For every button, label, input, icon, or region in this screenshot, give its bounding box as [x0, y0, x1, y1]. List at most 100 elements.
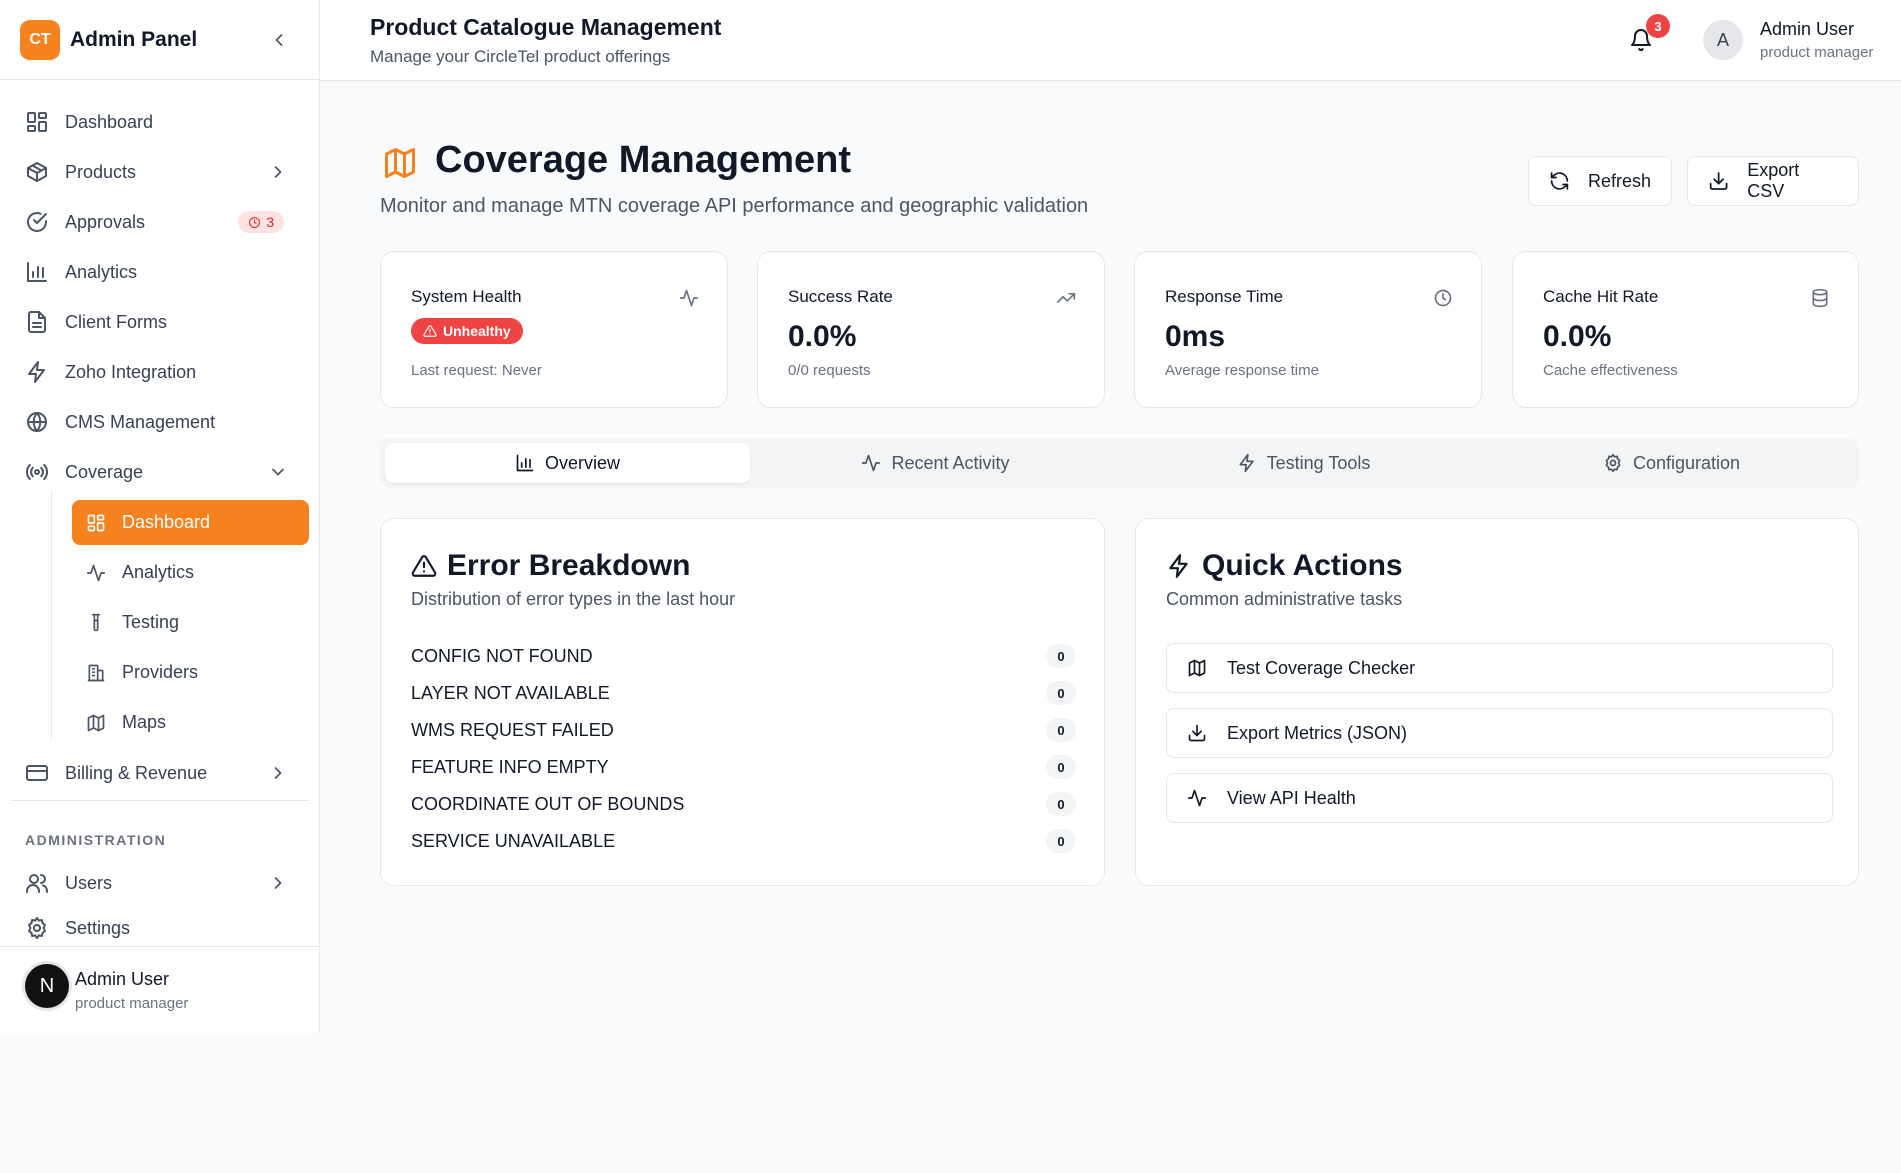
approvals-badge: 3	[238, 211, 284, 233]
sidebar-item-dashboard[interactable]: Dashboard	[10, 99, 310, 145]
sidebar-subitem-coverage-analytics[interactable]: Analytics	[72, 550, 309, 595]
sidebar-subitem-label: Dashboard	[122, 512, 211, 532]
tab-recent-activity[interactable]: Recent Activity	[753, 443, 1118, 483]
sidebar-item-products[interactable]: Products	[10, 149, 310, 195]
refresh-button[interactable]: Refresh	[1528, 156, 1672, 206]
quick-action-label: View API Health	[1227, 787, 1356, 808]
tab-label: Configuration	[1632, 452, 1741, 473]
sidebar-item-label: Analytics	[65, 261, 138, 282]
status-badge-label: Unhealthy	[443, 323, 511, 339]
refresh-label: Refresh	[1587, 170, 1651, 191]
error-row: COORDINATE OUT OF BOUNDS 0	[411, 790, 1076, 818]
sidebar-subitem-coverage-testing[interactable]: Testing	[72, 600, 309, 645]
export-csv-label: Export CSV	[1747, 160, 1800, 201]
sidebar-subitem-coverage-maps[interactable]: Maps	[72, 700, 309, 745]
error-type: SERVICE UNAVAILABLE	[411, 830, 616, 851]
stat-note: Last request: Never	[411, 362, 542, 379]
sidebar-item-coverage[interactable]: Coverage	[10, 449, 310, 495]
sidebar-item-cms[interactable]: CMS Management	[10, 399, 310, 445]
sidebar-item-users[interactable]: Users	[10, 860, 310, 906]
sidebar-item-approvals[interactable]: Approvals 3	[10, 199, 310, 245]
sidebar-item-zoho[interactable]: Zoho Integration	[10, 349, 310, 395]
stat-label: System Health	[411, 287, 522, 306]
sidebar-item-billing[interactable]: Billing & Revenue	[10, 750, 310, 796]
error-breakdown-card: Error Breakdown Distribution of error ty…	[380, 518, 1105, 886]
alert-triangle-icon	[411, 555, 437, 577]
sidebar-subitem-coverage-providers[interactable]: Providers	[72, 650, 309, 695]
sidebar-item-label: Dashboard	[65, 111, 154, 132]
sidebar-user[interactable]: N Admin User product manager	[0, 946, 320, 1033]
map-icon	[385, 148, 415, 178]
export-csv-button[interactable]: Export CSV	[1687, 156, 1859, 206]
user-role: product manager	[75, 995, 189, 1012]
download-icon	[1188, 724, 1206, 742]
app-subtitle: Manage your CircleTel product offerings	[370, 47, 671, 66]
error-row: WMS REQUEST FAILED 0	[411, 716, 1076, 744]
sidebar-subitem-label: Maps	[122, 712, 167, 732]
user-role: product manager	[1760, 44, 1874, 61]
zap-icon	[1169, 554, 1188, 578]
page-title: Coverage Management	[435, 139, 852, 181]
export-metrics-button[interactable]: Export Metrics (JSON)	[1166, 708, 1833, 758]
error-type: FEATURE INFO EMPTY	[411, 756, 609, 777]
sidebar-header: CT Admin Panel	[0, 0, 319, 80]
activity-icon	[86, 564, 106, 581]
stat-label: Success Rate	[788, 287, 893, 306]
layout-grid-icon	[87, 514, 105, 531]
activity-icon	[679, 289, 699, 307]
error-type: LAYER NOT AVAILABLE	[411, 682, 610, 703]
sidebar: CT Admin Panel Dashboard Products Approv…	[0, 0, 320, 1033]
sidebar-item-label: CMS Management	[65, 411, 216, 432]
bar-chart-icon	[516, 454, 534, 472]
building-icon	[87, 664, 105, 681]
tab-configuration[interactable]: Configuration	[1489, 443, 1854, 483]
tab-testing-tools[interactable]: Testing Tools	[1121, 443, 1486, 483]
sidebar-item-label: Billing & Revenue	[65, 762, 208, 783]
sidebar-item-settings[interactable]: Settings	[10, 905, 310, 951]
approvals-count: 3	[266, 214, 274, 230]
error-row: SERVICE UNAVAILABLE 0	[411, 827, 1076, 855]
activity-icon	[1187, 789, 1207, 807]
clock-icon	[249, 216, 261, 228]
stat-label: Cache Hit Rate	[1543, 287, 1659, 306]
database-icon	[1812, 288, 1828, 308]
tab-overview[interactable]: Overview	[385, 443, 750, 483]
stat-note: Cache effectiveness	[1543, 362, 1678, 379]
submenu-guide-line	[51, 490, 52, 740]
stat-value: 0.0%	[788, 320, 857, 353]
error-count: 0	[1046, 829, 1076, 853]
sidebar-divider	[10, 800, 310, 801]
stat-note: 0/0 requests	[788, 362, 871, 379]
error-row: FEATURE INFO EMPTY 0	[411, 753, 1076, 781]
status-badge: Unhealthy	[411, 318, 523, 344]
error-count: 0	[1046, 792, 1076, 816]
app-title: Product Catalogue Management	[370, 14, 722, 40]
avatar: N	[25, 964, 69, 1008]
tab-list: Overview Recent Activity Testing Tools C…	[380, 438, 1859, 488]
zap-icon	[28, 361, 45, 383]
error-breakdown-subtitle: Distribution of error types in the last …	[411, 589, 736, 609]
error-count: 0	[1046, 681, 1076, 705]
map-icon	[1188, 659, 1206, 677]
view-api-health-button[interactable]: View API Health	[1166, 773, 1833, 823]
error-type: CONFIG NOT FOUND	[411, 645, 593, 666]
download-icon	[1709, 172, 1728, 190]
stat-note: Average response time	[1165, 362, 1319, 379]
chevron-left-icon[interactable]	[269, 30, 289, 50]
sidebar-item-analytics[interactable]: Analytics	[10, 249, 310, 295]
quick-actions-subtitle: Common administrative tasks	[1166, 589, 1403, 609]
sidebar-item-label: Users	[65, 872, 113, 893]
panel-title-text: Quick Actions	[1202, 549, 1403, 582]
test-coverage-checker-button[interactable]: Test Coverage Checker	[1166, 643, 1833, 693]
chevron-right-icon	[274, 166, 282, 178]
avatar[interactable]: A	[1703, 20, 1743, 60]
bar-chart-icon	[27, 262, 47, 282]
quick-action-label: Test Coverage Checker	[1227, 657, 1416, 678]
package-icon	[27, 162, 47, 182]
sidebar-subitem-coverage-dashboard[interactable]: Dashboard	[72, 500, 309, 545]
error-row: LAYER NOT AVAILABLE 0	[411, 679, 1076, 707]
quick-actions-card: Quick Actions Common administrative task…	[1135, 518, 1859, 886]
sidebar-item-label: Zoho Integration	[65, 361, 197, 382]
brand-logo: CT	[20, 19, 60, 60]
sidebar-item-client-forms[interactable]: Client Forms	[10, 299, 310, 345]
